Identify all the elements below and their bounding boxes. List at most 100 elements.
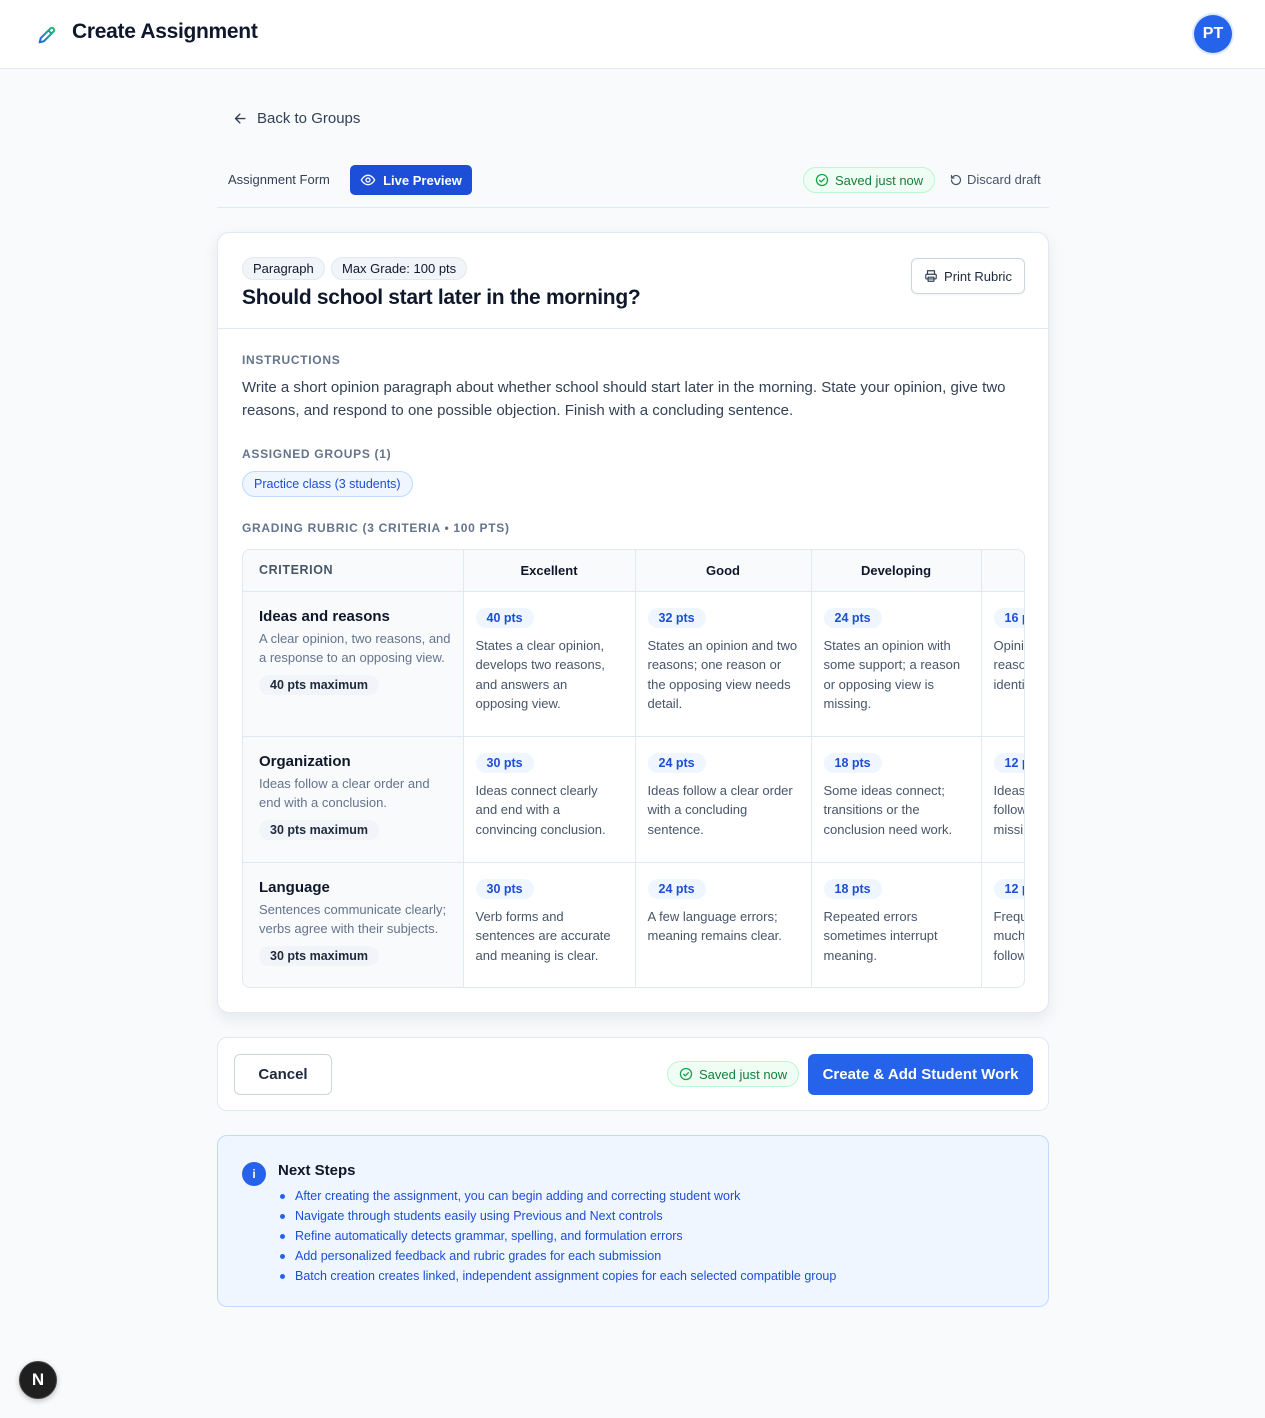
criterion-cell: Language Sentences communicate clearly; … [243, 862, 464, 987]
points-badge: 18 pts [823, 752, 882, 773]
points-badge: 24 pts [647, 878, 706, 899]
page-title: Create Assignment [72, 20, 258, 43]
criterion-cell: Ideas and reasons A clear opinion, two r… [243, 591, 464, 737]
arrow-left-icon [234, 113, 246, 124]
check-circle-icon [679, 1067, 693, 1081]
level-cell: 30 pts Ideas connect clearly and end with… [463, 736, 636, 863]
assignment-preview-card: Paragraph Max Grade: 100 pts Should scho… [217, 232, 1049, 1013]
dev-tools-badge[interactable]: N [19, 1361, 57, 1399]
back-to-groups-link[interactable]: Back to Groups [233, 110, 360, 127]
points-badge: 32 pts [647, 607, 706, 628]
tab-live-label: Live Preview [383, 172, 462, 188]
assignment-title: Should school start later in the morning… [242, 286, 641, 309]
level-description: Frequent errors make much of the text ha… [993, 908, 1025, 963]
undo-icon [950, 174, 962, 185]
rubric-table[interactable]: CRITERION Excellent Good Developing Idea… [242, 549, 1025, 988]
level-description: Repeated errors sometimes interrupt mean… [823, 908, 938, 963]
level-description: Verb forms and sentences are accurate an… [475, 908, 611, 963]
info-icon: i [242, 1162, 266, 1186]
list-item: Batch creation creates linked, independe… [278, 1266, 836, 1286]
back-label: Back to Groups [257, 110, 361, 127]
discard-label: Discard draft [967, 172, 1041, 187]
level-cell: 40 pts States a clear opinion, develops t… [463, 591, 636, 737]
next-steps-list: After creating the assignment, you can b… [278, 1186, 836, 1286]
assigned-groups-heading: ASSIGNED GROUPS (1) [242, 447, 392, 461]
points-badge: 12 pts [993, 752, 1024, 773]
level-description: States an opinion and two reasons; one r… [647, 637, 798, 712]
criterion-description: Sentences communicate clearly; verbs agr… [259, 901, 447, 937]
level-cell: 12 pts Ideas are hard to follow; conclusi… [981, 736, 1025, 863]
user-avatar[interactable]: PT [1194, 15, 1232, 53]
discard-draft-button[interactable]: Discard draft [950, 172, 1041, 187]
criterion-max-chip: 30 pts maximum [259, 945, 379, 966]
level-header: Good [635, 550, 812, 592]
rubric-row: Language Sentences communicate clearly; … [243, 862, 1025, 987]
level-description: Ideas connect clearly and end with a con… [475, 782, 606, 837]
level-cell: 24 pts States an opinion with some suppor… [811, 591, 982, 737]
level-description: Ideas are hard to follow; conclusion mis… [993, 782, 1025, 837]
points-badge: 24 pts [647, 752, 706, 773]
next-steps-panel: i Next Steps After creating the assignme… [217, 1135, 1049, 1307]
preview-header: Paragraph Max Grade: 100 pts Should scho… [218, 233, 1048, 329]
list-item: Add personalized feedback and rubric gra… [278, 1246, 836, 1266]
points-badge: 18 pts [823, 878, 882, 899]
level-header: Excellent [463, 550, 636, 592]
level-cell: 12 pts Frequent errors make much of the t… [981, 862, 1025, 987]
level-header [981, 550, 1024, 592]
criterion-header: CRITERION [243, 550, 464, 592]
level-cell: 24 pts Ideas follow a clear order with a … [635, 736, 812, 863]
level-cell: 24 pts A few language errors; meaning rem… [635, 862, 812, 987]
points-badge: 30 pts [475, 752, 534, 773]
action-bar: Cancel Saved just now Create & Add Stude… [217, 1037, 1049, 1111]
saved-status-text: Saved just now [699, 1066, 788, 1082]
pencil-icon [38, 26, 56, 44]
level-description: A few language errors; meaning remains c… [647, 908, 782, 944]
printer-icon [925, 270, 937, 282]
points-badge: 30 pts [475, 878, 534, 899]
next-steps-title: Next Steps [278, 1162, 356, 1179]
rubric-row: Ideas and reasons A clear opinion, two r… [243, 591, 1024, 737]
criterion-max-chip: 30 pts maximum [259, 819, 379, 840]
view-tabs: Assignment Form Live Preview Saved just … [217, 160, 1049, 208]
points-badge: 16 pts [993, 607, 1024, 628]
type-chip: Paragraph [242, 257, 325, 280]
max-grade-chip: Max Grade: 100 pts [331, 257, 468, 280]
instructions-heading: INSTRUCTIONS [242, 353, 341, 367]
level-cell: 32 pts States an opinion and two reasons;… [635, 591, 812, 737]
level-cell: 30 pts Verb forms and sentences are accur… [463, 862, 636, 987]
points-badge: 12 pts [993, 878, 1024, 899]
rubric-heading: GRADING RUBRIC (3 CRITERIA • 100 PTS) [242, 521, 510, 535]
eye-icon [360, 174, 376, 186]
points-badge: 24 pts [823, 607, 882, 628]
top-bar: Create Assignment PT [0, 0, 1265, 69]
tab-assignment-form[interactable]: Assignment Form [228, 172, 330, 187]
instructions-text: Write a short opinion paragraph about wh… [242, 379, 1006, 419]
list-item: Navigate through students easily using P… [278, 1206, 836, 1226]
cancel-button[interactable]: Cancel [234, 1054, 332, 1095]
level-header: Developing [811, 550, 982, 592]
points-badge: 40 pts [475, 607, 534, 628]
criterion-max-chip: 40 pts maximum [259, 674, 379, 695]
criterion-description: A clear opinion, two reasons, and a resp… [259, 630, 451, 666]
level-description: States an opinion with some support; a r… [823, 637, 961, 712]
group-chip: Practice class (3 students) [242, 471, 413, 497]
print-rubric-button[interactable]: Print Rubric [911, 258, 1025, 294]
saved-status-badge: Saved just now [667, 1061, 800, 1087]
criterion-name: Language [259, 878, 330, 896]
level-cell: 16 pts Opinion unclear; reasons hard to i… [981, 591, 1024, 737]
tab-live-preview[interactable]: Live Preview [350, 165, 472, 195]
level-cell: 18 pts Repeated errors sometimes interrup… [811, 862, 982, 987]
create-and-add-student-work-button[interactable]: Create & Add Student Work [808, 1054, 1033, 1095]
list-item: After creating the assignment, you can b… [278, 1186, 836, 1206]
print-label: Print Rubric [944, 268, 1012, 284]
criterion-name: Ideas and reasons [259, 607, 390, 625]
level-description: Ideas follow a clear order with a conclu… [647, 782, 793, 837]
criterion-description: Ideas follow a clear order and end with … [259, 775, 430, 811]
level-cell: 18 pts Some ideas connect; transitions or… [811, 736, 982, 863]
saved-status-badge: Saved just now [803, 167, 936, 193]
criterion-name: Organization [259, 752, 351, 770]
level-description: Some ideas connect; transitions or the c… [823, 782, 953, 837]
saved-status-text: Saved just now [835, 172, 924, 188]
list-item: Refine automatically detects grammar, sp… [278, 1226, 836, 1246]
rubric-header-row: CRITERION Excellent Good Developing [243, 550, 1024, 592]
